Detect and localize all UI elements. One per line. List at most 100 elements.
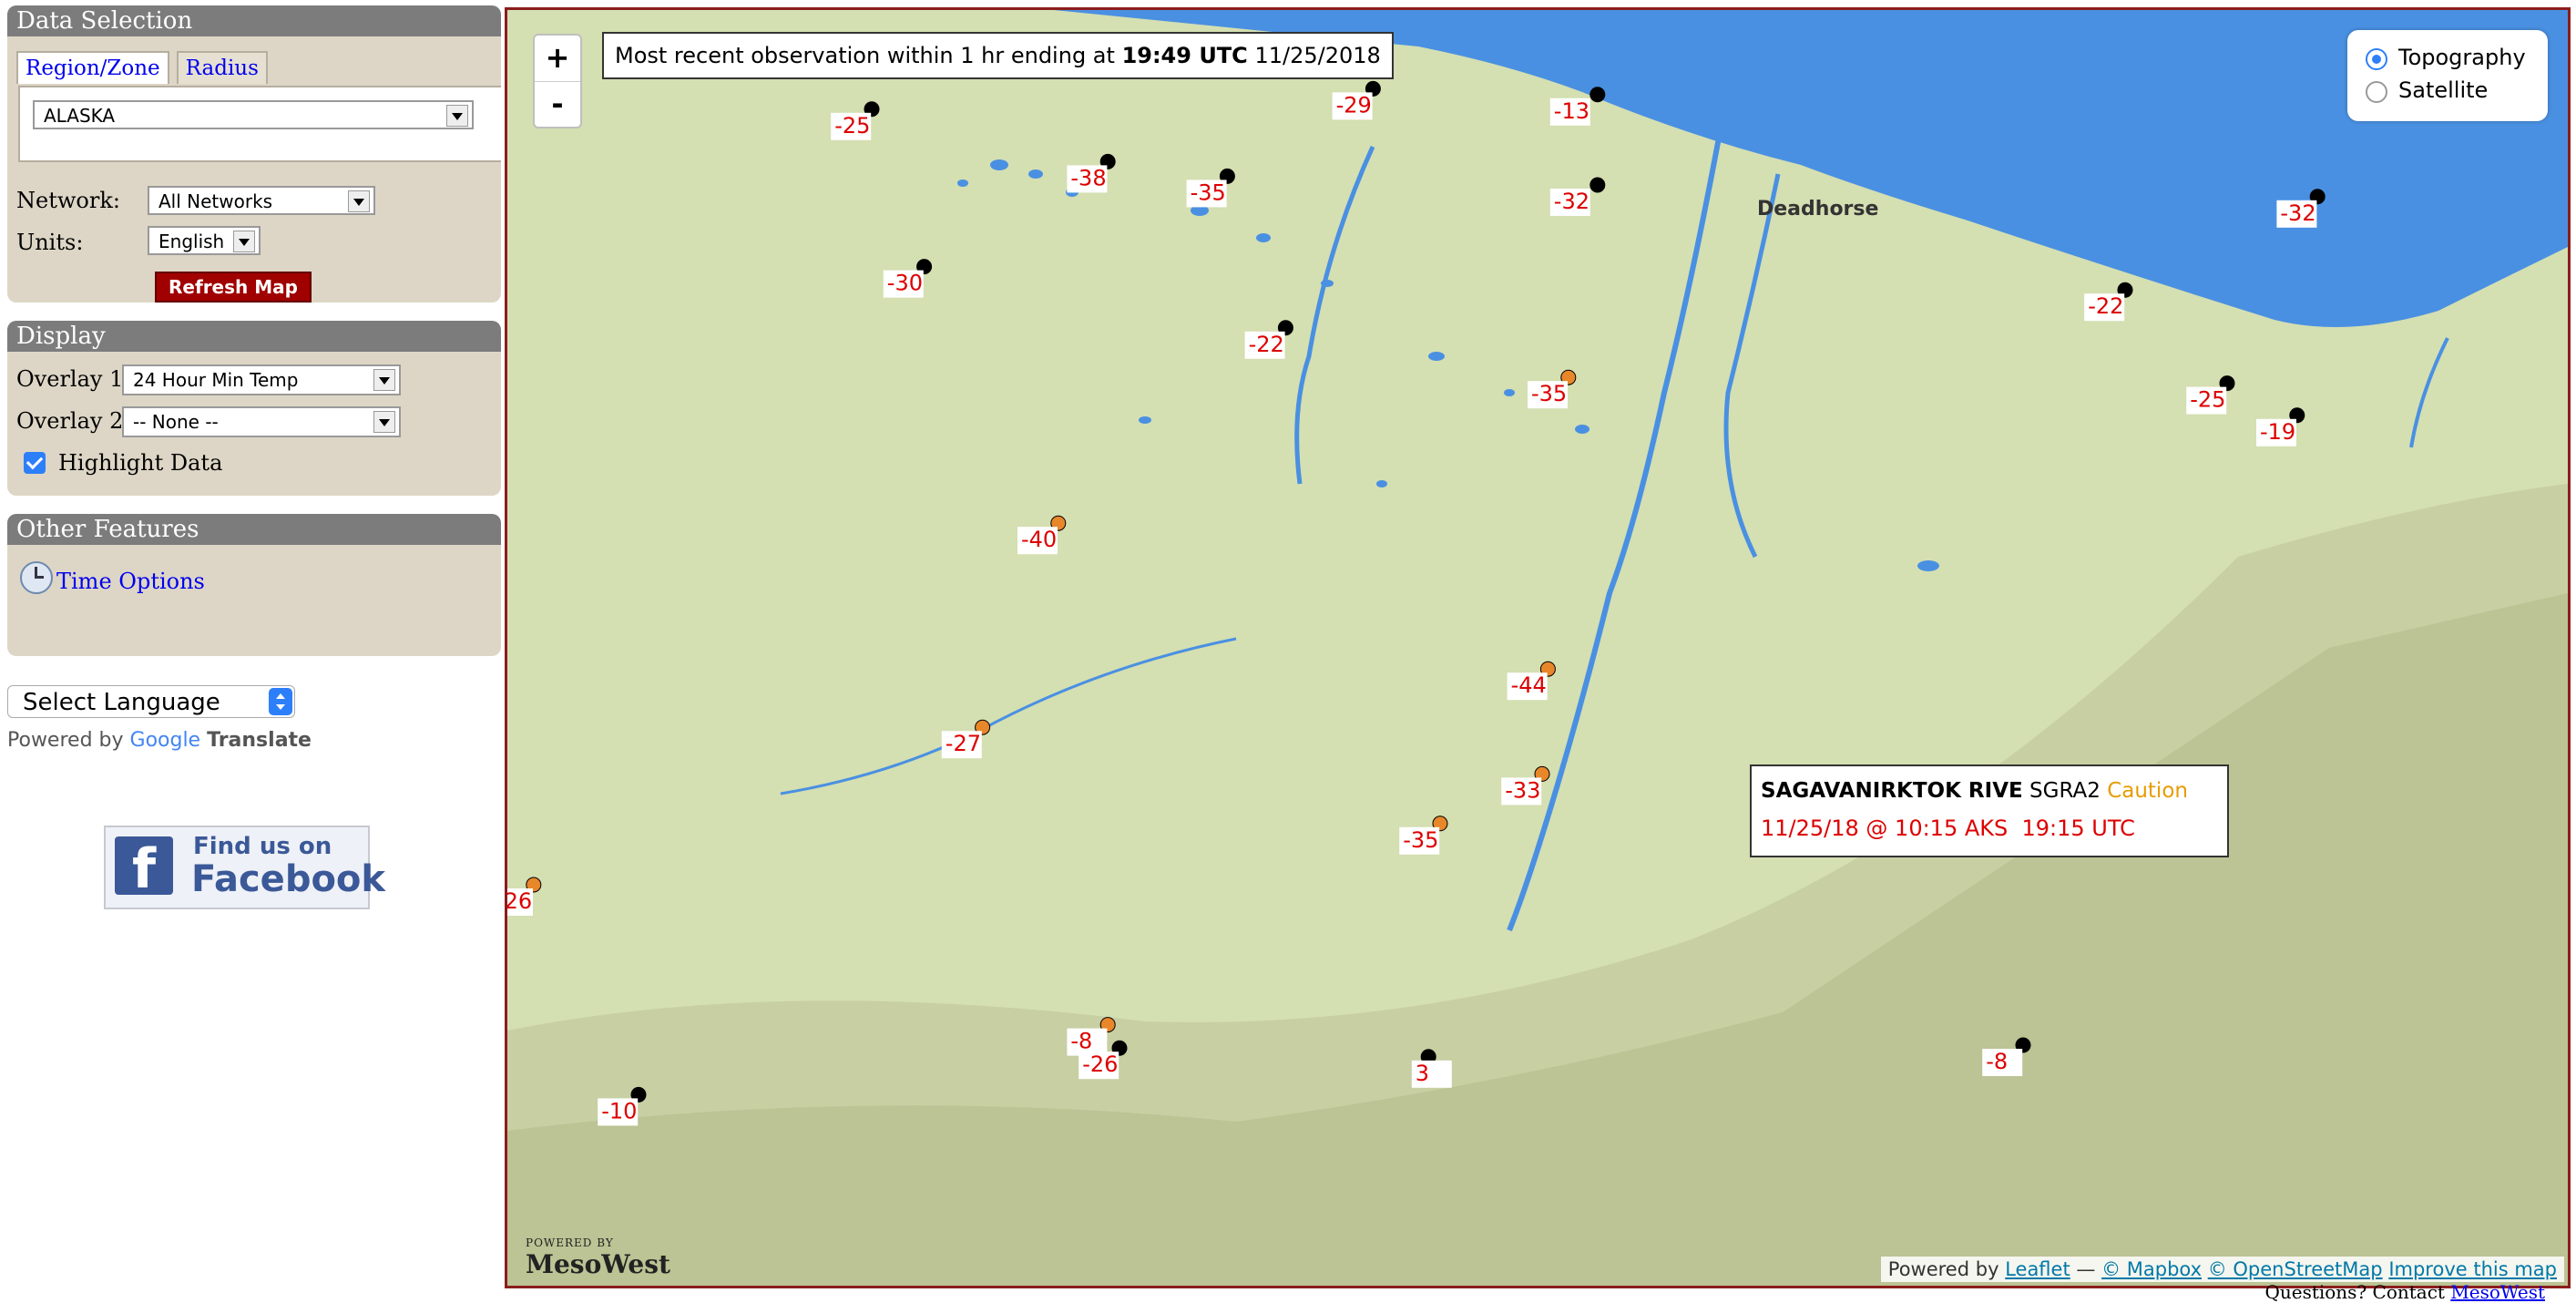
sidebar: Data Selection Region/Zone Radius ALASKA … — [0, 0, 504, 1303]
satellite-radio[interactable] — [2366, 81, 2387, 103]
highlight-data-checkbox[interactable] — [24, 452, 46, 474]
overlay2-label: Overlay 2: — [16, 408, 131, 434]
attrib-powered-by: Powered by — [1887, 1258, 1999, 1280]
region-select[interactable]: ALASKA — [33, 100, 474, 129]
zoom-out-button[interactable]: - — [535, 82, 580, 128]
mesowest-logo: POWERED BY MesoWest — [526, 1236, 670, 1279]
footer-questions: Questions? Contact — [2264, 1281, 2445, 1303]
powered-by-google: Powered by Google Translate — [7, 729, 312, 752]
units-select[interactable]: English — [148, 226, 261, 255]
deadhorse-label: Deadhorse — [1757, 198, 1879, 221]
temp-label: -13 — [1554, 98, 1590, 124]
improve-map-link[interactable]: Improve this map — [2388, 1258, 2557, 1280]
chevron-down-icon — [373, 369, 395, 391]
facebook-line1: Find us on — [193, 833, 332, 860]
temp-label: -44 — [1511, 672, 1547, 698]
powered-by-text: Powered by — [7, 729, 124, 752]
overlay1-select[interactable]: 24 Hour Min Temp — [122, 364, 401, 395]
temp-label: -33 — [1505, 777, 1540, 803]
temp-label: -25 — [834, 113, 870, 139]
footer: Questions? Contact MesoWest — [2264, 1281, 2545, 1303]
facebook-line2: Facebook — [191, 858, 386, 900]
temp-label: -26 — [1082, 1052, 1118, 1077]
data-selection-title: Data Selection — [7, 5, 501, 36]
zoom-control: + - — [533, 34, 582, 128]
station-dot[interactable] — [1590, 87, 1606, 103]
temp-label: -40 — [1021, 527, 1057, 552]
facebook-badge[interactable]: f Find us on Facebook — [104, 826, 385, 909]
temp-label: -30 — [887, 271, 923, 296]
chevron-down-icon — [446, 105, 468, 127]
station-popup: SAGAVANIRKTOK RIVE SGRA2 Caution 11/25/1… — [1750, 764, 2229, 857]
region-select-value: ALASKA — [44, 105, 116, 127]
units-select-value: English — [158, 231, 225, 252]
observation-prefix: Most recent observation within 1 hr endi… — [615, 43, 1115, 68]
map-canvas[interactable]: -25-38-35-29-13-32-32-29-30-22-35-22-25-… — [507, 10, 2568, 1286]
translate-link[interactable]: Translate — [207, 729, 312, 752]
chevron-down-icon — [348, 190, 370, 212]
temp-label: -35 — [1403, 827, 1438, 853]
map-view[interactable]: -25-38-35-29-13-32-32-29-30-22-35-22-25-… — [505, 7, 2571, 1288]
network-select[interactable]: All Networks — [148, 186, 375, 215]
tab-region-zone[interactable]: Region/Zone — [16, 51, 169, 84]
time-options-link[interactable]: Time Options — [56, 569, 205, 594]
leaflet-link[interactable]: Leaflet — [2005, 1258, 2070, 1280]
google-logo: Google — [129, 729, 201, 752]
display-panel: Display Overlay 1: 24 Hour Min Temp Over… — [7, 321, 501, 496]
overlay2-select-value: -- None -- — [133, 411, 219, 433]
tab-radius[interactable]: Radius — [176, 51, 268, 84]
language-select[interactable]: Select Language — [7, 685, 295, 718]
temp-label: -19 — [2260, 419, 2295, 445]
overlay2-select[interactable]: -- None -- — [122, 406, 401, 437]
observation-info-box: Most recent observation within 1 hr endi… — [602, 32, 1394, 79]
temp-label: -32 — [2280, 200, 2315, 226]
temp-label: -10 — [601, 1098, 637, 1123]
other-features-title: Other Features — [7, 514, 501, 545]
topography-radio[interactable] — [2366, 48, 2387, 70]
popup-time-utc: 19:15 UTC — [2021, 816, 2135, 841]
attrib-dash: — — [2076, 1258, 2096, 1280]
satellite-label: Satellite — [2398, 77, 2489, 103]
refresh-map-button[interactable]: Refresh Map — [155, 272, 312, 303]
popup-times: 11/25/18 @ 10:15 AKS 19:15 UTC — [1761, 816, 2135, 841]
popup-time-local: 11/25/18 @ 10:15 AKS — [1761, 816, 2009, 841]
network-select-value: All Networks — [158, 190, 273, 212]
topography-label: Topography — [2398, 45, 2526, 70]
temp-label: -35 — [1531, 381, 1567, 406]
language-select-label: Select Language — [23, 689, 220, 716]
popup-status: Caution — [2107, 779, 2188, 803]
temp-label: -22 — [2088, 293, 2123, 319]
other-features-panel: Other Features Time Options — [7, 514, 501, 656]
temp-label: -26 — [507, 888, 532, 914]
data-selection-panel: Data Selection Region/Zone Radius ALASKA … — [7, 5, 501, 303]
overlay1-select-value: 24 Hour Min Temp — [133, 369, 299, 391]
observation-date: 11/25/2018 — [1254, 43, 1381, 68]
overlay1-label: Overlay 1: — [16, 366, 131, 392]
footer-mesowest-link[interactable]: MesoWest — [2450, 1281, 2545, 1303]
temp-label: -25 — [2190, 387, 2225, 413]
chevron-down-icon — [233, 231, 255, 252]
logo-powered-by: POWERED BY — [526, 1236, 614, 1249]
region-tab-body: ALASKA — [18, 86, 501, 162]
facebook-icon: f — [115, 836, 173, 901]
chevron-down-icon — [373, 411, 395, 433]
osm-link[interactable]: © OpenStreetMap — [2208, 1258, 2383, 1280]
mapbox-link[interactable]: © Mapbox — [2101, 1258, 2202, 1280]
clock-icon[interactable] — [20, 561, 53, 594]
zoom-in-button[interactable]: + — [535, 36, 580, 82]
up-down-chevron-icon — [269, 688, 292, 715]
temp-label: -8 — [1070, 1029, 1092, 1054]
temp-label: -38 — [1070, 165, 1106, 190]
station-dot[interactable] — [1590, 177, 1606, 193]
data-selection-tabs: Region/Zone Radius — [16, 51, 275, 84]
temp-label: -22 — [1249, 332, 1284, 357]
temp-label: 3 — [1416, 1061, 1429, 1086]
temp-label: -8 — [1986, 1049, 2008, 1074]
layer-control: Topography Satellite — [2347, 30, 2548, 121]
temp-label: -32 — [1554, 189, 1590, 214]
popup-header: SAGAVANIRKTOK RIVE SGRA2 Caution — [1761, 779, 2188, 803]
popup-station-id: SGRA2 — [2029, 779, 2101, 803]
temp-label: -35 — [1191, 180, 1226, 205]
network-label: Network: — [16, 188, 120, 213]
observation-time: 19:49 UTC — [1121, 43, 1248, 68]
